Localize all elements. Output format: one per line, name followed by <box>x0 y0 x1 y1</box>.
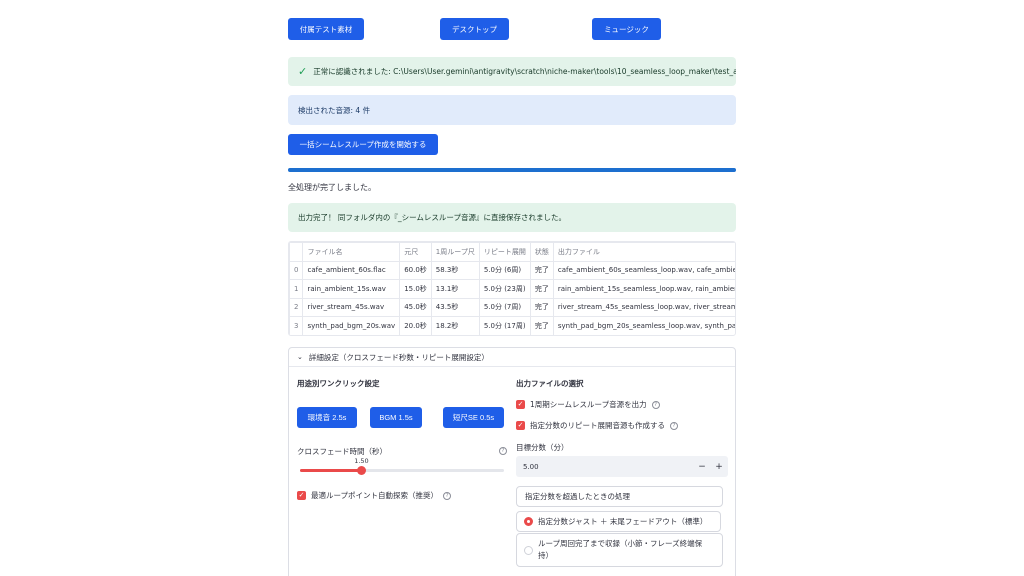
crossfade-slider-track[interactable] <box>300 469 504 472</box>
cell-status: 完了 <box>529 297 554 317</box>
cell-status: 完了 <box>529 316 554 335</box>
cell-status: 完了 <box>529 279 554 299</box>
progress-fill <box>288 168 736 172</box>
increment-button[interactable]: + <box>710 462 728 472</box>
results-table[interactable]: ファイル名 元尺 1周ループ尺 リピート展開 状態 出力ファイル 0 cafe_… <box>288 241 736 336</box>
help-icon[interactable]: ? <box>443 491 452 500</box>
check-icon: ✓ <box>298 65 308 78</box>
overflow-option-fadeout[interactable]: 指定分数ジャスト ＋ 末尾フェードアウト（標準） <box>516 511 721 532</box>
header-filename[interactable]: ファイル名 <box>302 242 401 262</box>
cell-loop-length: 43.5秒 <box>430 297 480 317</box>
auto-loop-label: 最適ループポイント自動探索（推奨） <box>311 491 439 500</box>
decrement-button[interactable]: − <box>694 462 710 472</box>
radio-unselected-icon[interactable] <box>524 545 533 555</box>
overflow-handling-label-box: 指定分数を超過したときの処理 <box>516 486 723 507</box>
header-repeat[interactable]: リピート展開 <box>478 242 531 262</box>
preset-ambient-button[interactable]: 環境音 2.5s <box>297 407 357 428</box>
table-header-row: ファイル名 元尺 1周ループ尺 リピート展開 状態 出力ファイル <box>289 242 735 262</box>
music-button[interactable]: ミュージック <box>592 18 661 40</box>
cell-original-length: 15.0秒 <box>399 279 432 299</box>
repeat-output-checkbox[interactable]: ✓ <box>516 421 525 430</box>
preset-bgm-button[interactable]: BGM 1.5s <box>370 407 422 428</box>
overflow-option-fadeout-label: 指定分数ジャスト ＋ 末尾フェードアウト（標準） <box>538 517 708 526</box>
cell-original-length: 20.0秒 <box>399 316 432 335</box>
overflow-option-line1: ループ周回完了まで収録（小節・フレーズ終端保 <box>538 539 703 548</box>
repeat-output-label: 指定分数のリピート展開音源も作成する <box>530 421 665 430</box>
overflow-handling-label: 指定分数を超過したときの処理 <box>525 492 630 501</box>
cell-index: 0 <box>289 260 304 280</box>
table-row[interactable]: 0 cafe_ambient_60s.flac 60.0秒 58.3秒 5.0分… <box>289 260 735 280</box>
recognized-text: 正常に認識されました: C:\Users\User.gemini\antigra… <box>313 67 736 76</box>
cell-repeat: 5.0分 (6周) <box>478 260 531 280</box>
cell-output-files: cafe_ambient_60s_seamless_loop.wav, cafe… <box>552 260 735 280</box>
detected-alert: 検出された音源: 4 件 <box>288 95 736 125</box>
crossfade-slider-thumb[interactable] <box>356 466 366 475</box>
loop-output-checkbox[interactable]: ✓ <box>516 400 525 409</box>
header-status[interactable]: 状態 <box>529 242 554 262</box>
radio-selected-icon[interactable] <box>524 517 533 526</box>
crossfade-slider-value: 1.50 <box>354 457 369 465</box>
cell-original-length: 60.0秒 <box>399 260 432 280</box>
cell-original-length: 45.0秒 <box>399 297 432 317</box>
repeat-output-checkbox-row[interactable]: ✓ 指定分数のリピート展開音源も作成する ? <box>516 420 678 431</box>
cell-repeat: 5.0分 (7周) <box>478 297 531 317</box>
preset-short-se-button[interactable]: 短尺SE 0.5s <box>443 407 504 428</box>
cell-loop-length: 58.3秒 <box>430 260 480 280</box>
table-row[interactable]: 1 rain_ambient_15s.wav 15.0秒 13.1秒 5.0分 … <box>289 279 735 299</box>
header-index[interactable] <box>289 242 304 262</box>
cell-repeat: 5.0分 (17周) <box>478 316 531 335</box>
overflow-option-line2: 持） <box>538 551 553 560</box>
cell-loop-length: 18.2秒 <box>430 316 480 335</box>
cell-filename: rain_ambient_15s.wav <box>302 279 401 299</box>
cell-index: 1 <box>289 279 304 299</box>
start-batch-button[interactable]: 一括シームレスループ作成を開始する <box>288 134 438 155</box>
auto-loop-checkbox[interactable]: ✓ <box>297 491 306 500</box>
cell-index: 3 <box>289 316 304 335</box>
help-icon[interactable]: ? <box>499 447 507 455</box>
table-row[interactable]: 2 river_stream_45s.wav 45.0秒 43.5秒 5.0分 … <box>289 297 735 317</box>
desktop-button[interactable]: デスクトップ <box>440 18 509 40</box>
cell-index: 2 <box>289 297 304 317</box>
header-output-files[interactable]: 出力ファイル <box>552 242 735 262</box>
loop-output-label: 1周期シームレスループ音源を出力 <box>530 400 647 409</box>
chevron-down-icon: ⌄ <box>297 353 303 361</box>
progress-bar <box>288 168 736 172</box>
expander-header[interactable]: ⌄ 詳細設定（クロスフェード秒数・リピート展開設定） <box>289 348 735 367</box>
overflow-option-complete-loop[interactable]: ループ周回完了まで収録（小節・フレーズ終端保 持） <box>516 533 723 567</box>
table-row[interactable]: 3 synth_pad_bgm_20s.wav 20.0秒 18.2秒 5.0分… <box>289 316 735 335</box>
target-minutes-input[interactable]: 5.00 <box>516 463 694 471</box>
header-original-length[interactable]: 元尺 <box>399 242 432 262</box>
crossfade-label: クロスフェード時間（秒） <box>297 447 387 456</box>
progress-status: 全処理が完了しました。 <box>288 183 376 192</box>
output-section-title: 出力ファイルの選択 <box>516 379 584 388</box>
cell-output-files: rain_ambient_15s_seamless_loop.wav, rain… <box>552 279 735 299</box>
target-minutes-label: 目標分数（分） <box>516 443 569 452</box>
cell-loop-length: 13.1秒 <box>430 279 480 299</box>
target-minutes-stepper: 5.00 − + <box>516 456 728 477</box>
cell-output-files: synth_pad_bgm_20s_seamless_loop.wav, syn… <box>552 316 735 335</box>
cell-status: 完了 <box>529 260 554 280</box>
cell-filename: cafe_ambient_60s.flac <box>302 260 401 280</box>
cell-filename: river_stream_45s.wav <box>302 297 401 317</box>
loop-output-checkbox-row[interactable]: ✓ 1周期シームレスループ音源を出力 ? <box>516 399 660 410</box>
preset-section-title: 用途別ワンクリック設定 <box>297 379 380 388</box>
recognized-alert: ✓ 正常に認識されました: C:\Users\User.gemini\antig… <box>288 57 736 86</box>
crossfade-slider-fill <box>300 469 362 472</box>
cell-filename: synth_pad_bgm_20s.wav <box>302 316 401 335</box>
header-loop-length[interactable]: 1周ループ尺 <box>430 242 480 262</box>
output-done-text: 出力完了！ 同フォルダ内の『_シームレスループ音源』に直接保存されました。 <box>298 213 566 222</box>
output-done-alert: 出力完了！ 同フォルダ内の『_シームレスループ音源』に直接保存されました。 <box>288 203 736 232</box>
expander-title: 詳細設定（クロスフェード秒数・リピート展開設定） <box>308 352 489 362</box>
cell-repeat: 5.0分 (23周) <box>478 279 531 299</box>
auto-loop-checkbox-row[interactable]: ✓ 最適ループポイント自動探索（推奨） ? <box>297 490 452 501</box>
help-icon[interactable]: ? <box>670 421 678 430</box>
test-material-button[interactable]: 付属テスト素材 <box>288 18 364 40</box>
cell-output-files: river_stream_45s_seamless_loop.wav, rive… <box>552 297 735 317</box>
help-icon[interactable]: ? <box>651 400 660 409</box>
detected-text: 検出された音源: 4 件 <box>298 105 371 115</box>
overflow-option-complete-loop-label: ループ周回完了まで収録（小節・フレーズ終端保 持） <box>538 538 702 562</box>
